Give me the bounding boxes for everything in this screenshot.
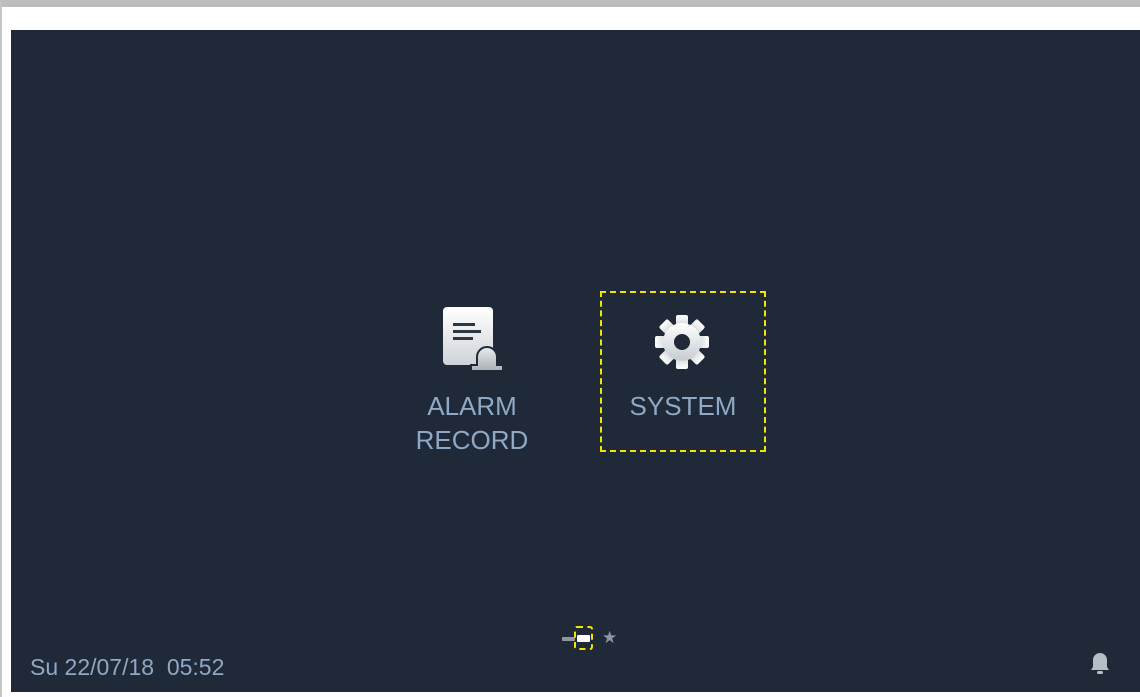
page-dot-2[interactable] bbox=[577, 635, 590, 642]
datetime-display: Su 22/07/18 05:52 bbox=[30, 654, 225, 680]
alarm-record-button[interactable]: ALARM RECORD bbox=[401, 293, 543, 469]
window-frame: ALARM RECORD SYSTEM ★ Su 22/07/18 05:52 bbox=[0, 0, 1140, 697]
alarm-record-icon bbox=[441, 305, 511, 377]
alarm-record-label-line2: RECORD bbox=[415, 425, 529, 455]
home-screen: ALARM RECORD SYSTEM ★ Su 22/07/18 05:52 bbox=[11, 30, 1140, 692]
alarm-record-label: ALARM RECORD bbox=[401, 389, 543, 457]
alarm-record-label-line1: ALARM bbox=[427, 391, 517, 421]
system-button[interactable]: SYSTEM bbox=[600, 291, 766, 452]
system-label: SYSTEM bbox=[629, 391, 737, 421]
star-icon[interactable]: ★ bbox=[602, 628, 617, 648]
gear-icon bbox=[653, 313, 711, 371]
bell-icon[interactable] bbox=[1089, 651, 1111, 675]
page-indicator: ★ bbox=[562, 624, 617, 654]
